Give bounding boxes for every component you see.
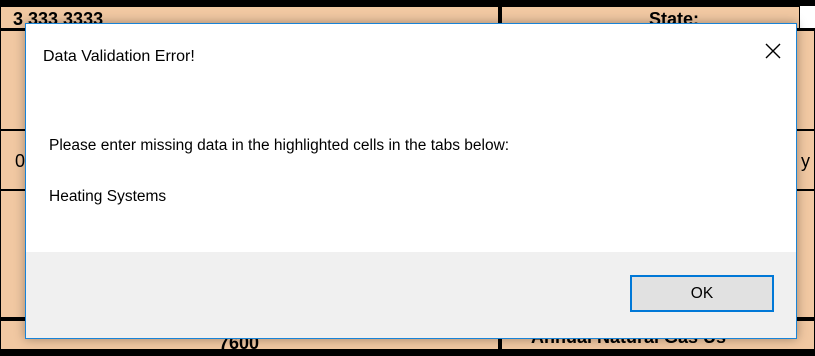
dialog-tab-name: Heating Systems [49,188,167,205]
validation-error-dialog: Data Validation Error! Please enter miss… [25,23,797,339]
sheet-cell-left-2[interactable]: 0 [0,130,26,190]
sheet-cell-left-1[interactable] [0,30,26,130]
close-button[interactable] [756,36,790,66]
screen: 3 333 3333 State: 0 y 7600 Annual Natura… [0,0,815,356]
sheet-cell-right-1[interactable] [796,30,815,130]
sheet-cell-left-edge-text: 0 [15,151,26,171]
sheet-cell-right-3[interactable] [796,190,815,320]
dialog-message: Please enter missing data in the highlig… [49,137,510,154]
sheet-cell-left-3[interactable] [0,190,26,320]
dialog-title: Data Validation Error! [43,48,195,65]
ok-button[interactable]: OK [630,275,774,312]
close-icon [765,43,781,59]
dialog-footer: OK [26,252,796,338]
sheet-cell-right-edge-text: y [801,151,810,171]
sheet-cell-right-2[interactable]: y [796,130,815,190]
sheet-bottom-border [0,350,815,356]
